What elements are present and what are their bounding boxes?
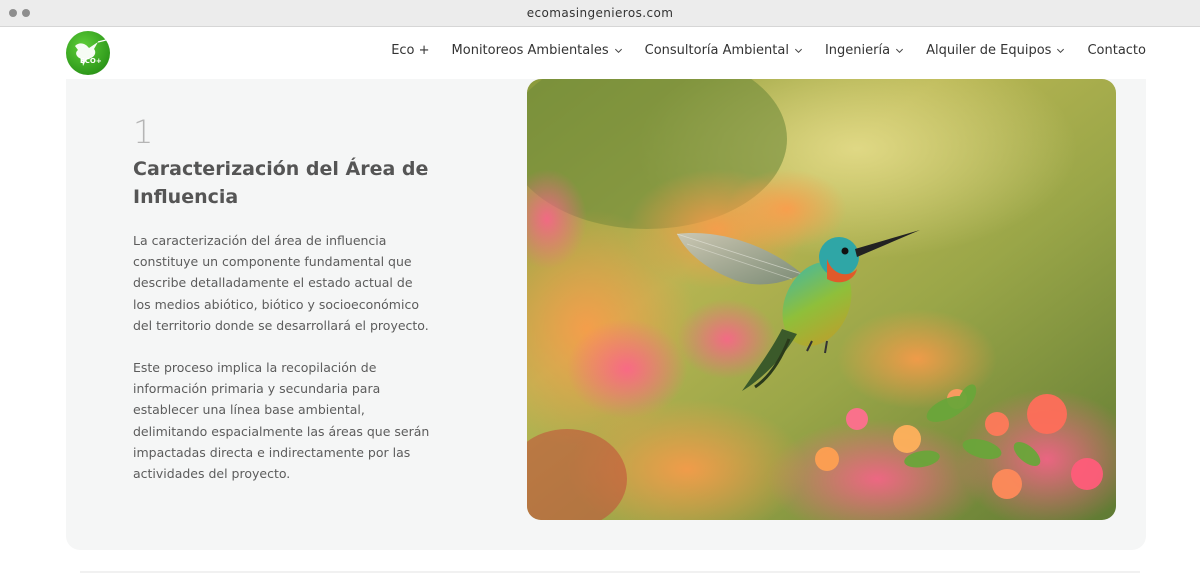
nav-item-label: Eco + — [391, 43, 430, 58]
section-paragraph: La caracterización del área de influenci… — [133, 233, 429, 333]
browser-url[interactable]: ecomasingenieros.com — [0, 6, 1200, 20]
chevron-down-icon — [614, 48, 622, 54]
section-paragraph: Este proceso implica la recopilación de … — [133, 360, 430, 482]
chevron-down-icon — [794, 48, 802, 54]
hummingbird-photo — [527, 79, 1116, 520]
chevron-down-icon — [1057, 48, 1065, 54]
step-number: 1 — [133, 113, 154, 151]
chevron-down-icon — [896, 48, 904, 54]
site-header: ECO+ Eco + Monitoreos Ambientales Consul… — [0, 27, 1200, 79]
nav-item-consultoria[interactable]: Consultoría Ambiental — [645, 43, 803, 58]
hummingbird-icon — [75, 39, 107, 66]
logo-text: ECO+ — [80, 57, 102, 65]
nav-item-label: Consultoría Ambiental — [644, 43, 789, 58]
nav-item-label: Alquiler de Equipos — [926, 43, 1052, 58]
nav-item-alquiler[interactable]: Alquiler de Equipos — [926, 43, 1065, 58]
nav-item-eco[interactable]: Eco + — [391, 43, 429, 58]
browser-bar: ecomasingenieros.com — [0, 0, 1200, 27]
nav-item-label: Contacto — [1087, 43, 1146, 58]
nav-item-label: Monitoreos Ambientales — [451, 43, 609, 58]
nav-item-label: Ingeniería — [824, 43, 891, 58]
nav-item-contacto[interactable]: Contacto — [1087, 43, 1146, 58]
section-title: Caracterización del Área de Influencia — [133, 158, 429, 208]
nav-item-ingenieria[interactable]: Ingeniería — [825, 43, 904, 58]
site-logo[interactable]: ECO+ — [66, 31, 110, 75]
main-nav: Eco + Monitoreos Ambientales Consultoría… — [369, 43, 1146, 58]
nav-item-monitoreos[interactable]: Monitoreos Ambientales — [452, 43, 623, 58]
